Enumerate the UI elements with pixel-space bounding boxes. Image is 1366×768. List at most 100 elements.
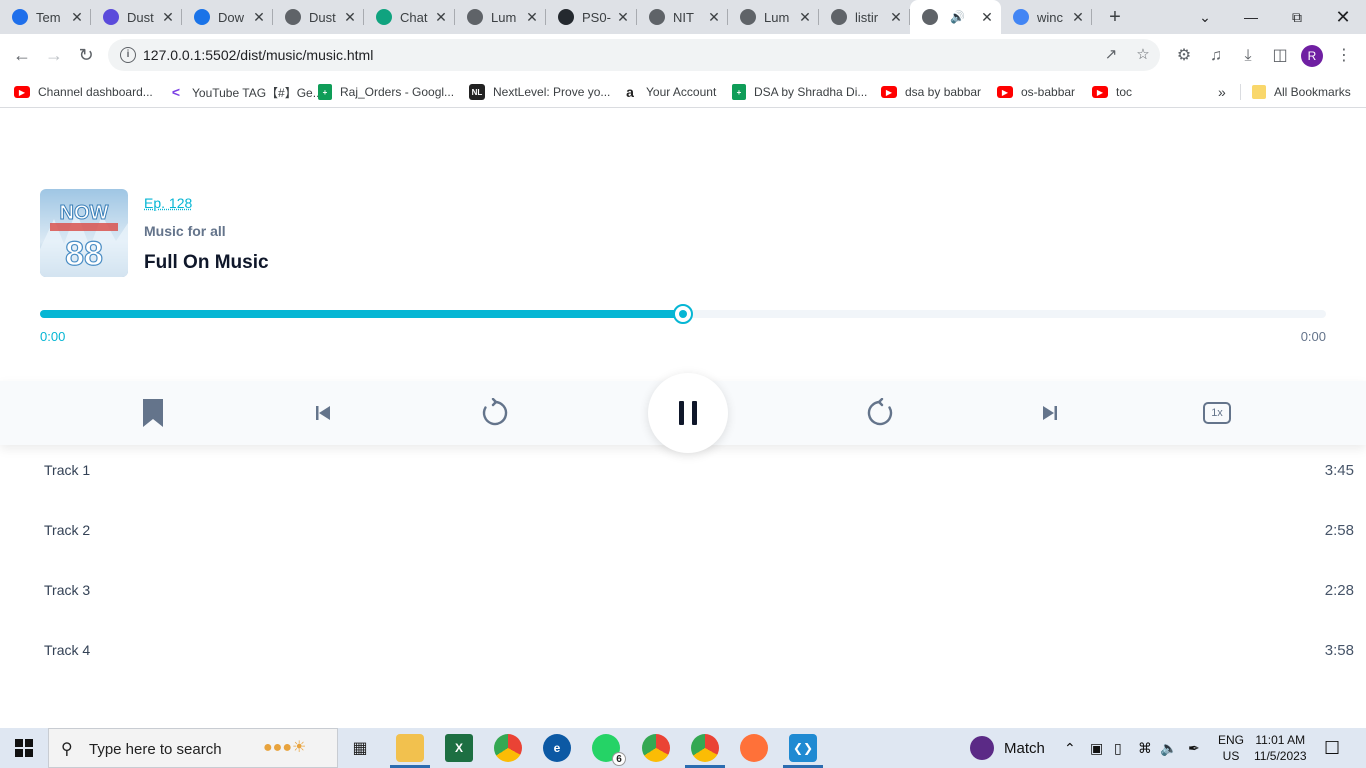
back-button[interactable]: ← xyxy=(9,42,35,68)
tab-close-icon[interactable]: ✕ xyxy=(797,9,813,25)
task-view-icon[interactable]: ▦ xyxy=(346,734,374,762)
tab-search-icon[interactable]: ⌄ xyxy=(1182,0,1228,34)
pen-icon[interactable]: ✒ xyxy=(1188,728,1200,768)
chrome-icon[interactable] xyxy=(494,734,522,762)
new-tab-button[interactable]: + xyxy=(1100,0,1130,34)
track-row[interactable]: Track 3 2:28 xyxy=(0,570,1366,630)
episode-link[interactable]: Ep. 128 xyxy=(144,195,192,211)
bookmark-item[interactable]: ▶ toc xyxy=(1092,83,1132,101)
chrome-active-icon[interactable] xyxy=(691,734,719,762)
playback-speed-button[interactable]: 1x xyxy=(1201,397,1233,429)
browser-tab[interactable]: Dust ✕ xyxy=(273,0,364,34)
bookmark-item[interactable]: ▶ dsa by babbar xyxy=(881,83,981,101)
whatsapp-icon[interactable]: 6 xyxy=(592,734,626,766)
profile-avatar[interactable]: R xyxy=(1301,45,1323,67)
browser-tab[interactable]: Tem ✕ xyxy=(0,0,91,34)
meet-icon[interactable]: ▣ xyxy=(1090,728,1103,768)
bookmark-label: Your Account xyxy=(646,85,717,99)
clock[interactable]: 11:01 AM 11/5/2023 xyxy=(1254,728,1307,768)
side-panel-icon[interactable]: ◫ xyxy=(1270,46,1290,66)
tab-close-icon[interactable]: ✕ xyxy=(979,9,995,25)
browser-tab[interactable]: listir ✕ xyxy=(819,0,910,34)
excel-icon[interactable]: X xyxy=(445,734,473,762)
address-bar[interactable]: i 127.0.0.1:5502/dist/music/music.html ↗… xyxy=(108,39,1160,71)
reload-button[interactable]: ↻ xyxy=(73,42,99,68)
bookmark-item[interactable]: < YouTube TAG【#】Ge... xyxy=(168,83,323,101)
bookmark-star-icon[interactable]: ☆ xyxy=(1134,46,1152,64)
firefox-icon[interactable] xyxy=(740,734,768,762)
file-explorer-icon[interactable] xyxy=(396,734,424,762)
tab-close-icon[interactable]: ✕ xyxy=(615,9,631,25)
media-control-icon[interactable]: ♫ xyxy=(1206,46,1226,66)
track-row[interactable]: Track 2 2:58 xyxy=(0,510,1366,570)
previous-button[interactable] xyxy=(307,397,339,429)
start-button[interactable] xyxy=(0,728,48,768)
edge-icon[interactable]: e xyxy=(543,734,571,762)
player-controls: 1x xyxy=(0,373,1366,453)
tab-close-icon[interactable]: ✕ xyxy=(160,9,176,25)
tab-close-icon[interactable]: ✕ xyxy=(433,9,449,25)
volume-icon[interactable]: 🔈 xyxy=(1160,728,1177,768)
bookmark-button[interactable] xyxy=(137,397,169,429)
browser-tab[interactable]: Lum ✕ xyxy=(728,0,819,34)
tab-close-icon[interactable]: ✕ xyxy=(1070,9,1086,25)
next-button[interactable] xyxy=(1034,397,1066,429)
more-bookmarks-button[interactable]: » xyxy=(1218,83,1226,101)
browser-tab[interactable]: NIT ✕ xyxy=(637,0,728,34)
seek-bar[interactable] xyxy=(40,304,1326,324)
taskbar-search[interactable]: ⚲ Type here to search ●●●☀ xyxy=(48,728,338,768)
tab-title: Chat xyxy=(400,9,428,25)
browser-tab[interactable]: Dust ✕ xyxy=(91,0,182,34)
language-indicator[interactable]: ENG US xyxy=(1218,728,1244,768)
bookmark-item[interactable]: a Your Account xyxy=(622,83,716,101)
browser-tab[interactable]: Lum ✕ xyxy=(455,0,546,34)
weather-widget[interactable]: Match xyxy=(970,728,1045,768)
share-icon[interactable]: ↗ xyxy=(1102,46,1120,64)
chrome-profile-icon[interactable] xyxy=(642,734,670,762)
wifi-icon[interactable]: ⌘ xyxy=(1138,728,1152,768)
browser-tab[interactable]: Chat ✕ xyxy=(364,0,455,34)
tab-close-icon[interactable]: ✕ xyxy=(342,9,358,25)
tab-strip: Tem ✕ Dust ✕ Dow ✕ Dust ✕ Chat ✕ Lum ✕ PS0- ✕ NIT ✕ Lum ✕… xyxy=(0,0,1366,34)
track-list: Track 1 3:45 Track 2 2:58 Track 3 2:28 Track 4… xyxy=(0,450,1366,690)
minimize-button[interactable]: — xyxy=(1228,0,1274,34)
notifications-icon[interactable]: ☐ xyxy=(1324,728,1340,768)
tab-close-icon[interactable]: ✕ xyxy=(706,9,722,25)
extensions-icon[interactable]: ⚙ xyxy=(1174,46,1194,66)
rewind-button[interactable] xyxy=(479,397,511,429)
all-bookmarks-folder[interactable]: All Bookmarks xyxy=(1252,83,1351,101)
folder-icon xyxy=(1252,85,1266,99)
browser-tab[interactable]: PS0- ✕ xyxy=(546,0,637,34)
tab-close-icon[interactable]: ✕ xyxy=(888,9,904,25)
track-row[interactable]: Track 4 3:58 xyxy=(0,630,1366,690)
forward-button[interactable]: → xyxy=(41,42,67,68)
fast-forward-button[interactable] xyxy=(864,397,896,429)
tab-close-icon[interactable]: ✕ xyxy=(524,9,540,25)
site-info-icon[interactable]: i xyxy=(120,47,136,63)
download-icon[interactable]: ⤓ xyxy=(1238,46,1258,66)
track-name: Track 1 xyxy=(44,462,91,478)
bookmark-item[interactable]: NL NextLevel: Prove yo... xyxy=(469,83,610,101)
seek-bar-thumb[interactable] xyxy=(673,304,693,324)
url-text[interactable]: 127.0.0.1:5502/dist/music/music.html xyxy=(143,47,373,63)
bookmark-item[interactable]: + Raj_Orders - Googl... xyxy=(318,83,454,101)
track-duration: 3:45 xyxy=(1324,462,1354,479)
menu-kebab-icon[interactable]: ⋮ xyxy=(1334,46,1354,66)
pause-button[interactable] xyxy=(648,373,728,453)
show-hidden-icons[interactable]: ⌃ xyxy=(1064,728,1076,768)
tab-close-icon[interactable]: ✕ xyxy=(69,9,85,25)
track-row[interactable]: Track 1 3:45 xyxy=(0,450,1366,510)
browser-tab[interactable]: 🔊 ✕ xyxy=(910,0,1001,34)
bookmark-item[interactable]: ▶ Channel dashboard... xyxy=(14,83,153,101)
bookmark-item[interactable]: + DSA by Shradha Di... xyxy=(732,83,867,101)
restore-button[interactable]: ⧉ xyxy=(1274,0,1320,34)
vscode-icon[interactable]: ❮❯ xyxy=(789,734,817,762)
tab-audio-icon[interactable]: 🔊 xyxy=(950,10,965,24)
browser-tab[interactable]: Dow ✕ xyxy=(182,0,273,34)
tab-close-icon[interactable]: ✕ xyxy=(251,9,267,25)
bookmark-item[interactable]: ▶ os-babbar xyxy=(997,83,1075,101)
svg-text:88: 88 xyxy=(65,235,103,273)
battery-icon[interactable]: ▯ xyxy=(1114,728,1122,768)
browser-tab[interactable]: winc ✕ xyxy=(1001,0,1092,34)
close-window-button[interactable]: ✕ xyxy=(1320,0,1366,34)
